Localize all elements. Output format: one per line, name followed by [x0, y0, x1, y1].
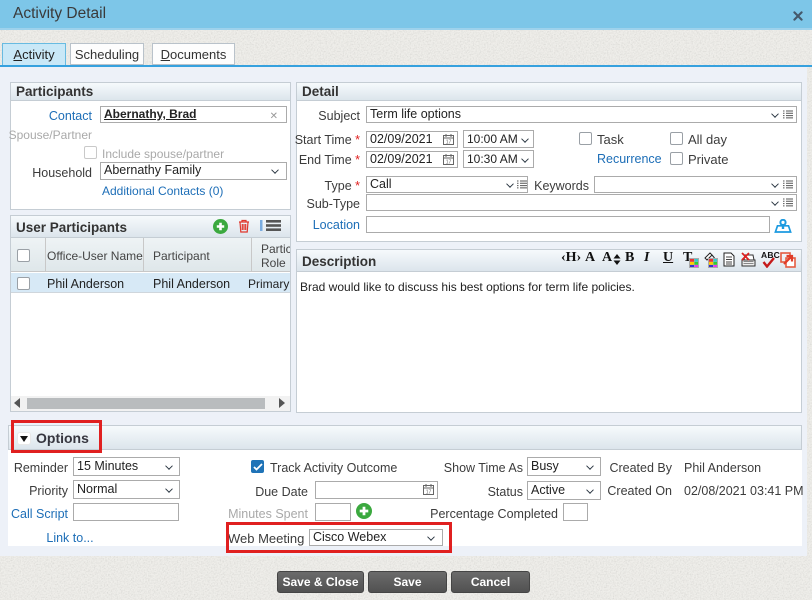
svg-text:17: 17	[446, 160, 452, 166]
svg-text:17: 17	[446, 140, 452, 146]
